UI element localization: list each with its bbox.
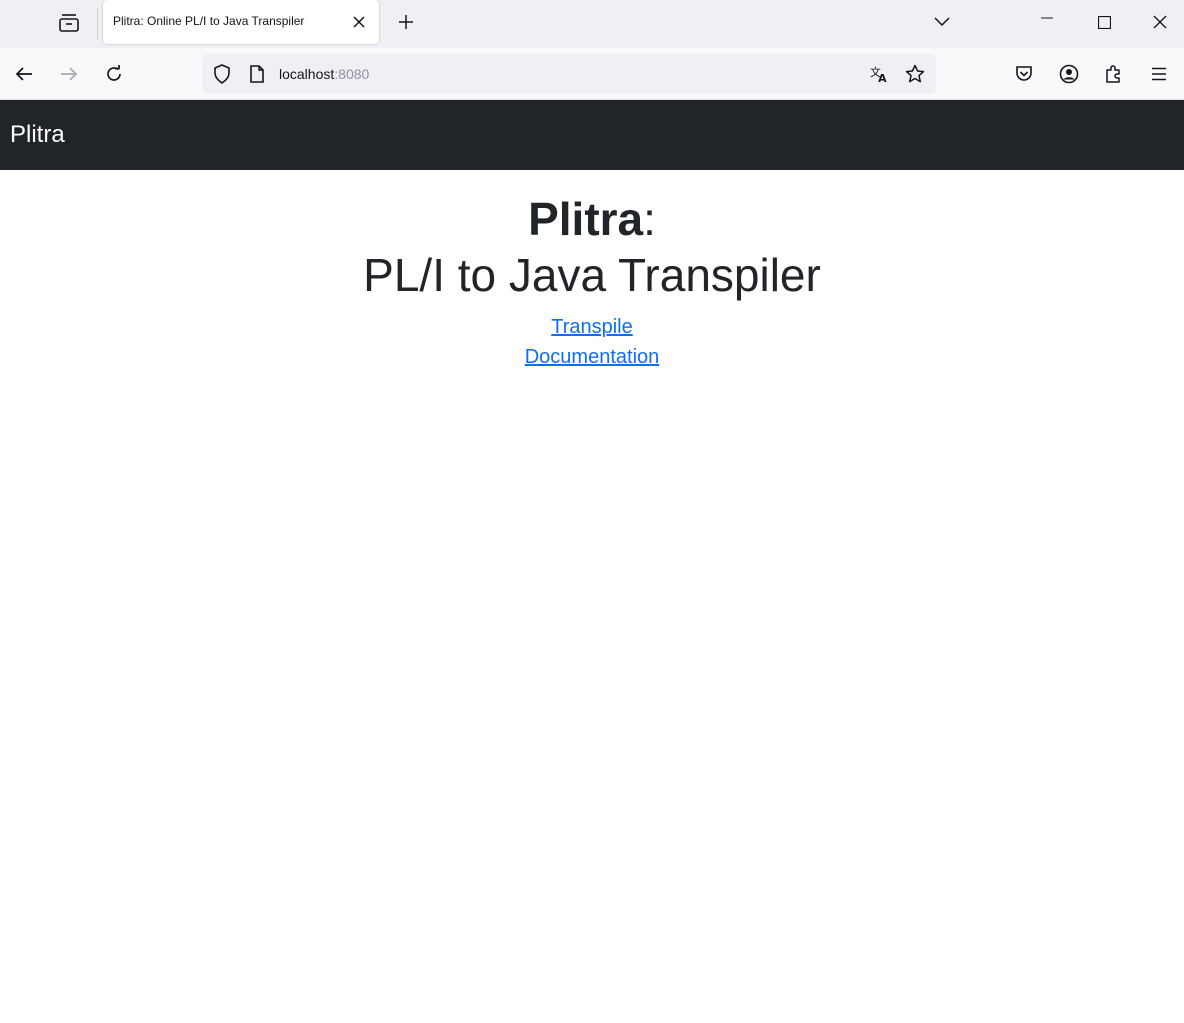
site-brand-link[interactable]: Plitra: [10, 121, 65, 149]
url-host: localhost: [279, 66, 335, 82]
browser-tab-bar: Plitra: Online PL/I to Java Transpiler: [0, 0, 1184, 48]
chevron-down-icon[interactable]: [914, 0, 970, 44]
forward-arrow-icon[interactable]: [53, 58, 85, 90]
reload-icon[interactable]: [98, 58, 130, 90]
site-navbar: Plitra: [0, 100, 1184, 170]
tab-separator: [97, 8, 98, 40]
address-bar[interactable]: localhost:8080 文A: [202, 54, 936, 94]
hamburger-menu-icon[interactable]: [1143, 58, 1175, 90]
pocket-icon[interactable]: [1008, 58, 1040, 90]
account-icon[interactable]: [1053, 58, 1085, 90]
plus-icon[interactable]: [392, 8, 420, 36]
minimize-icon[interactable]: [1019, 0, 1075, 44]
puzzle-icon[interactable]: [1098, 58, 1130, 90]
close-window-icon[interactable]: [1132, 0, 1184, 44]
maximize-icon[interactable]: [1076, 0, 1132, 44]
transpile-link[interactable]: Transpile: [0, 312, 1184, 342]
hero-heading: Plitra: PL/I to Java Transpiler: [0, 190, 1184, 302]
browser-nav-bar: localhost:8080 文A: [0, 48, 1184, 100]
url-text[interactable]: localhost:8080: [279, 66, 369, 82]
back-arrow-icon[interactable]: [8, 58, 40, 90]
url-port: :8080: [334, 66, 370, 82]
page-icon[interactable]: [247, 64, 267, 84]
browser-tab-active[interactable]: Plitra: Online PL/I to Java Transpiler: [103, 0, 379, 44]
close-icon[interactable]: [349, 12, 369, 32]
star-icon[interactable]: [905, 64, 925, 84]
hero-title: Plitra:: [0, 190, 1184, 248]
translate-icon[interactable]: 文A: [870, 64, 890, 84]
hero-colon: :: [643, 193, 656, 245]
shield-icon[interactable]: [212, 64, 232, 84]
tab-list-icon[interactable]: [50, 8, 88, 38]
hero-subtitle: PL/I to Java Transpiler: [363, 249, 821, 301]
svg-text:A: A: [878, 72, 887, 84]
tab-title: Plitra: Online PL/I to Java Transpiler: [113, 14, 305, 28]
main-links: Transpile Documentation: [0, 312, 1184, 372]
hero-name: Plitra: [528, 193, 644, 245]
documentation-link[interactable]: Documentation: [0, 342, 1184, 372]
